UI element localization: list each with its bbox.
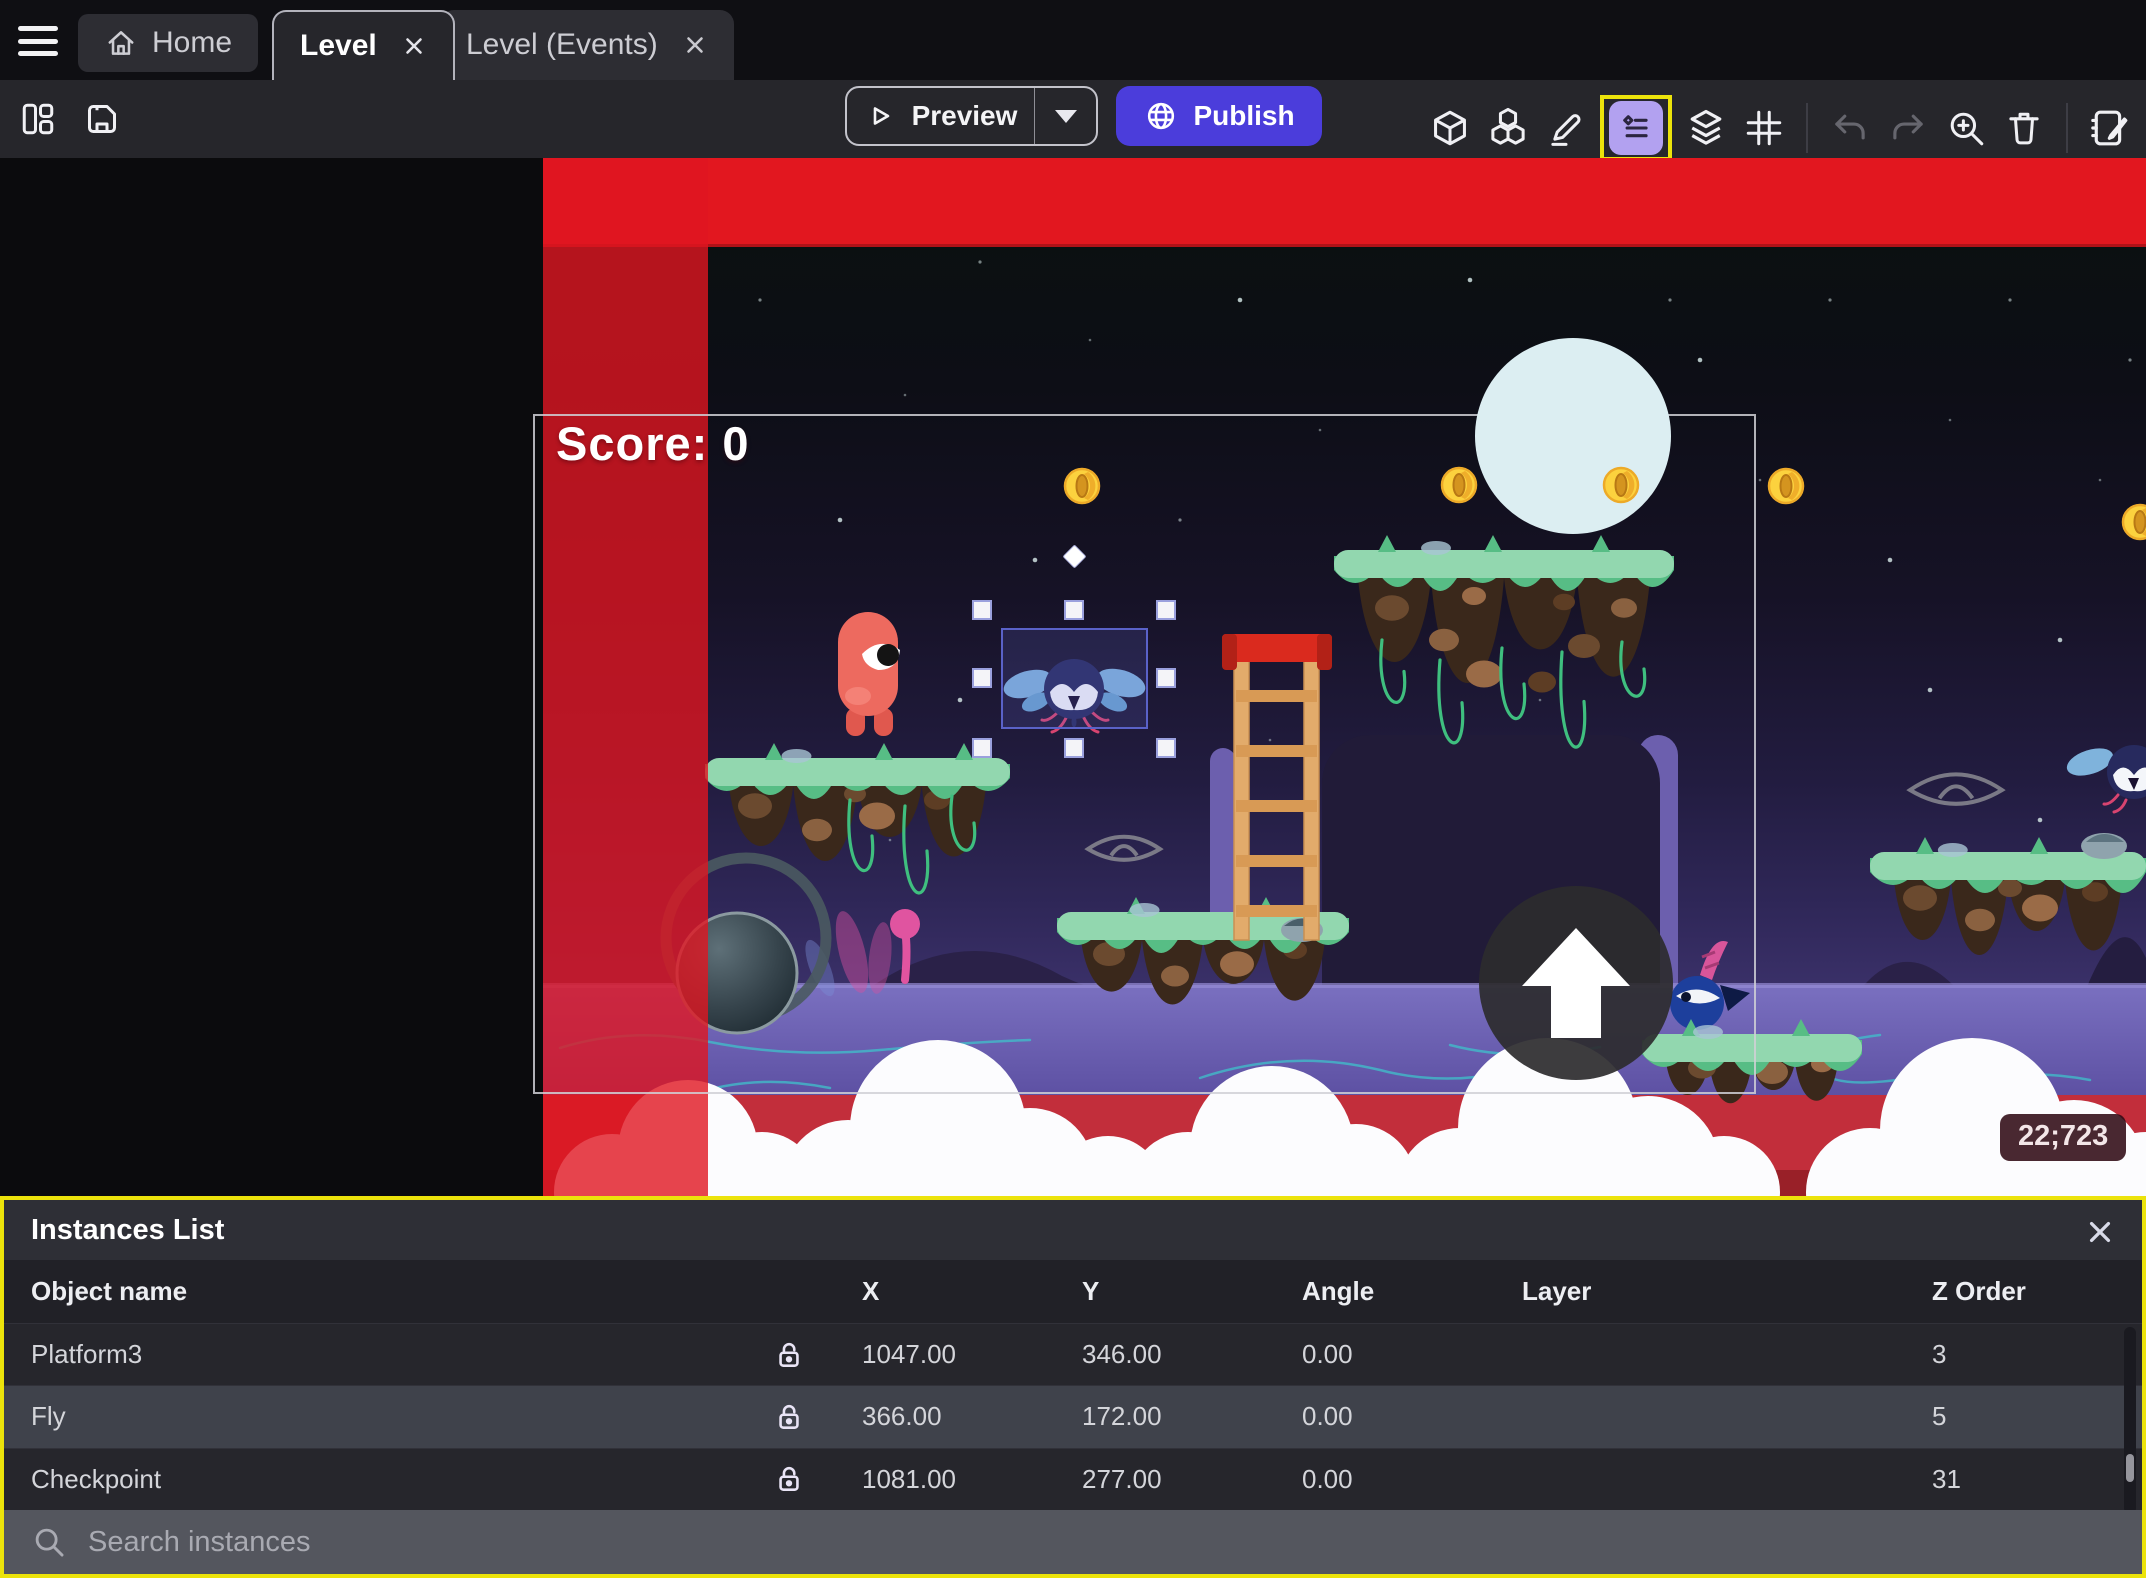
- instance-y: 172.00: [1082, 1401, 1162, 1432]
- score-text: Score: 0: [556, 417, 750, 470]
- instances-table-header: Object name X Y Angle Layer Z Order: [4, 1260, 2142, 1323]
- column-angle: Angle: [1302, 1276, 1375, 1306]
- selection-handle[interactable]: [1156, 668, 1176, 688]
- selection-handle[interactable]: [1064, 738, 1084, 758]
- instance-x: 1047.00: [862, 1339, 956, 1370]
- unlock-icon[interactable]: [771, 1337, 807, 1373]
- instance-name: Checkpoint: [31, 1463, 162, 1494]
- edit-pencil-icon[interactable]: [1542, 104, 1590, 152]
- tab-level[interactable]: Level: [272, 10, 455, 80]
- instance-x: 1081.00: [862, 1463, 956, 1494]
- objects-groups-icon[interactable]: [1484, 104, 1532, 152]
- redo-icon[interactable]: [1884, 104, 1932, 152]
- panel-scrollbar-track[interactable]: [2124, 1327, 2136, 1514]
- selection-handle[interactable]: [1156, 738, 1176, 758]
- globe-icon: [1148, 102, 1175, 130]
- save-icon[interactable]: [78, 95, 126, 143]
- layers-icon[interactable]: [1682, 104, 1730, 152]
- close-icon[interactable]: [2080, 1212, 2120, 1252]
- toolbar-divider: [2066, 103, 2068, 153]
- publish-label: Publish: [1193, 100, 1295, 131]
- instance-name: Fly: [31, 1401, 66, 1432]
- gdevelop-editor: Home Level Level (Events) Preview Publis…: [0, 0, 2146, 1578]
- scene-properties-icon[interactable]: [2086, 104, 2134, 152]
- table-row-checkpoint[interactable]: Checkpoint 1081.00 277.00 0.00 31: [4, 1447, 2142, 1510]
- column-object-name: Object name: [31, 1276, 188, 1306]
- selection-handle[interactable]: [1156, 600, 1176, 620]
- selection-handle[interactable]: [972, 600, 992, 620]
- selection-handle[interactable]: [972, 668, 992, 688]
- column-layer: Layer: [1522, 1276, 1592, 1306]
- scene-editor-canvas[interactable]: Score: 0 22;723: [0, 158, 2146, 1196]
- selection-handle[interactable]: [972, 738, 992, 758]
- unlock-icon[interactable]: [771, 1399, 807, 1435]
- cursor-coordinates-badge: 22;723: [2000, 1114, 2127, 1161]
- search-instances-input[interactable]: [88, 1510, 2142, 1574]
- tab-bar: Home Level Level (Events): [0, 0, 2146, 80]
- panels-layout-icon[interactable]: [14, 95, 62, 143]
- home-icon: [108, 31, 134, 55]
- instance-z-order: 5: [1932, 1401, 1947, 1432]
- instance-name: Platform3: [31, 1339, 143, 1370]
- grid-icon[interactable]: [1740, 104, 1788, 152]
- undo-icon[interactable]: [1826, 104, 1874, 152]
- toolbar-divider: [1806, 103, 1808, 153]
- column-y: Y: [1082, 1276, 1100, 1306]
- tab-level-label: Level: [300, 29, 377, 62]
- selection-handle[interactable]: [1064, 600, 1084, 620]
- trash-icon[interactable]: [2000, 104, 2048, 152]
- instance-x: 366.00: [862, 1401, 942, 1432]
- selection-rectangle[interactable]: [1001, 628, 1148, 729]
- table-row-platform3[interactable]: Platform3 1047.00 346.00 0.00 3: [4, 1323, 2142, 1385]
- column-z-order: Z Order: [1932, 1276, 2026, 1306]
- instance-y: 277.00: [1082, 1463, 1162, 1494]
- tab-home-label: Home: [152, 26, 233, 59]
- preview-split-button: Preview: [845, 86, 1098, 146]
- table-row-fly[interactable]: Fly 366.00 172.00 0.00 5: [4, 1385, 2142, 1448]
- zoom-in-icon[interactable]: [1942, 104, 1990, 152]
- unlock-icon[interactable]: [771, 1461, 807, 1497]
- panel-title: Instances List: [31, 1213, 225, 1246]
- preview-button[interactable]: Preview: [847, 88, 1034, 144]
- instance-angle: 0.00: [1302, 1339, 1353, 1370]
- column-x: X: [862, 1276, 880, 1306]
- instance-z-order: 3: [1932, 1339, 1947, 1370]
- instance-angle: 0.00: [1302, 1463, 1353, 1494]
- 3d-box-icon[interactable]: [1426, 104, 1474, 152]
- search-bar: [4, 1510, 2142, 1574]
- instance-angle: 0.00: [1302, 1401, 1353, 1432]
- tab-home[interactable]: Home: [78, 14, 259, 72]
- tab-level-events[interactable]: Level (Events): [440, 10, 734, 80]
- close-icon[interactable]: [682, 32, 708, 58]
- panel-scrollbar-thumb[interactable]: [2126, 1454, 2134, 1482]
- instances-list-icon[interactable]: [1600, 95, 1672, 161]
- instances-list-panel: Instances List Object name X Y Angle Lay…: [0, 1196, 2146, 1578]
- toolbar: Preview Publish: [0, 80, 2146, 161]
- tab-level-events-label: Level (Events): [466, 28, 658, 61]
- play-icon: [873, 107, 889, 125]
- preview-dropdown-button[interactable]: [1034, 88, 1096, 144]
- preview-label: Preview: [911, 100, 1018, 131]
- chevron-down-icon: [1054, 109, 1077, 123]
- instance-y: 346.00: [1082, 1339, 1162, 1370]
- close-icon[interactable]: [401, 33, 427, 59]
- publish-button[interactable]: Publish: [1116, 86, 1322, 146]
- menu-icon[interactable]: [18, 26, 60, 56]
- search-icon: [35, 1528, 64, 1557]
- instance-z-order: 31: [1932, 1463, 1961, 1494]
